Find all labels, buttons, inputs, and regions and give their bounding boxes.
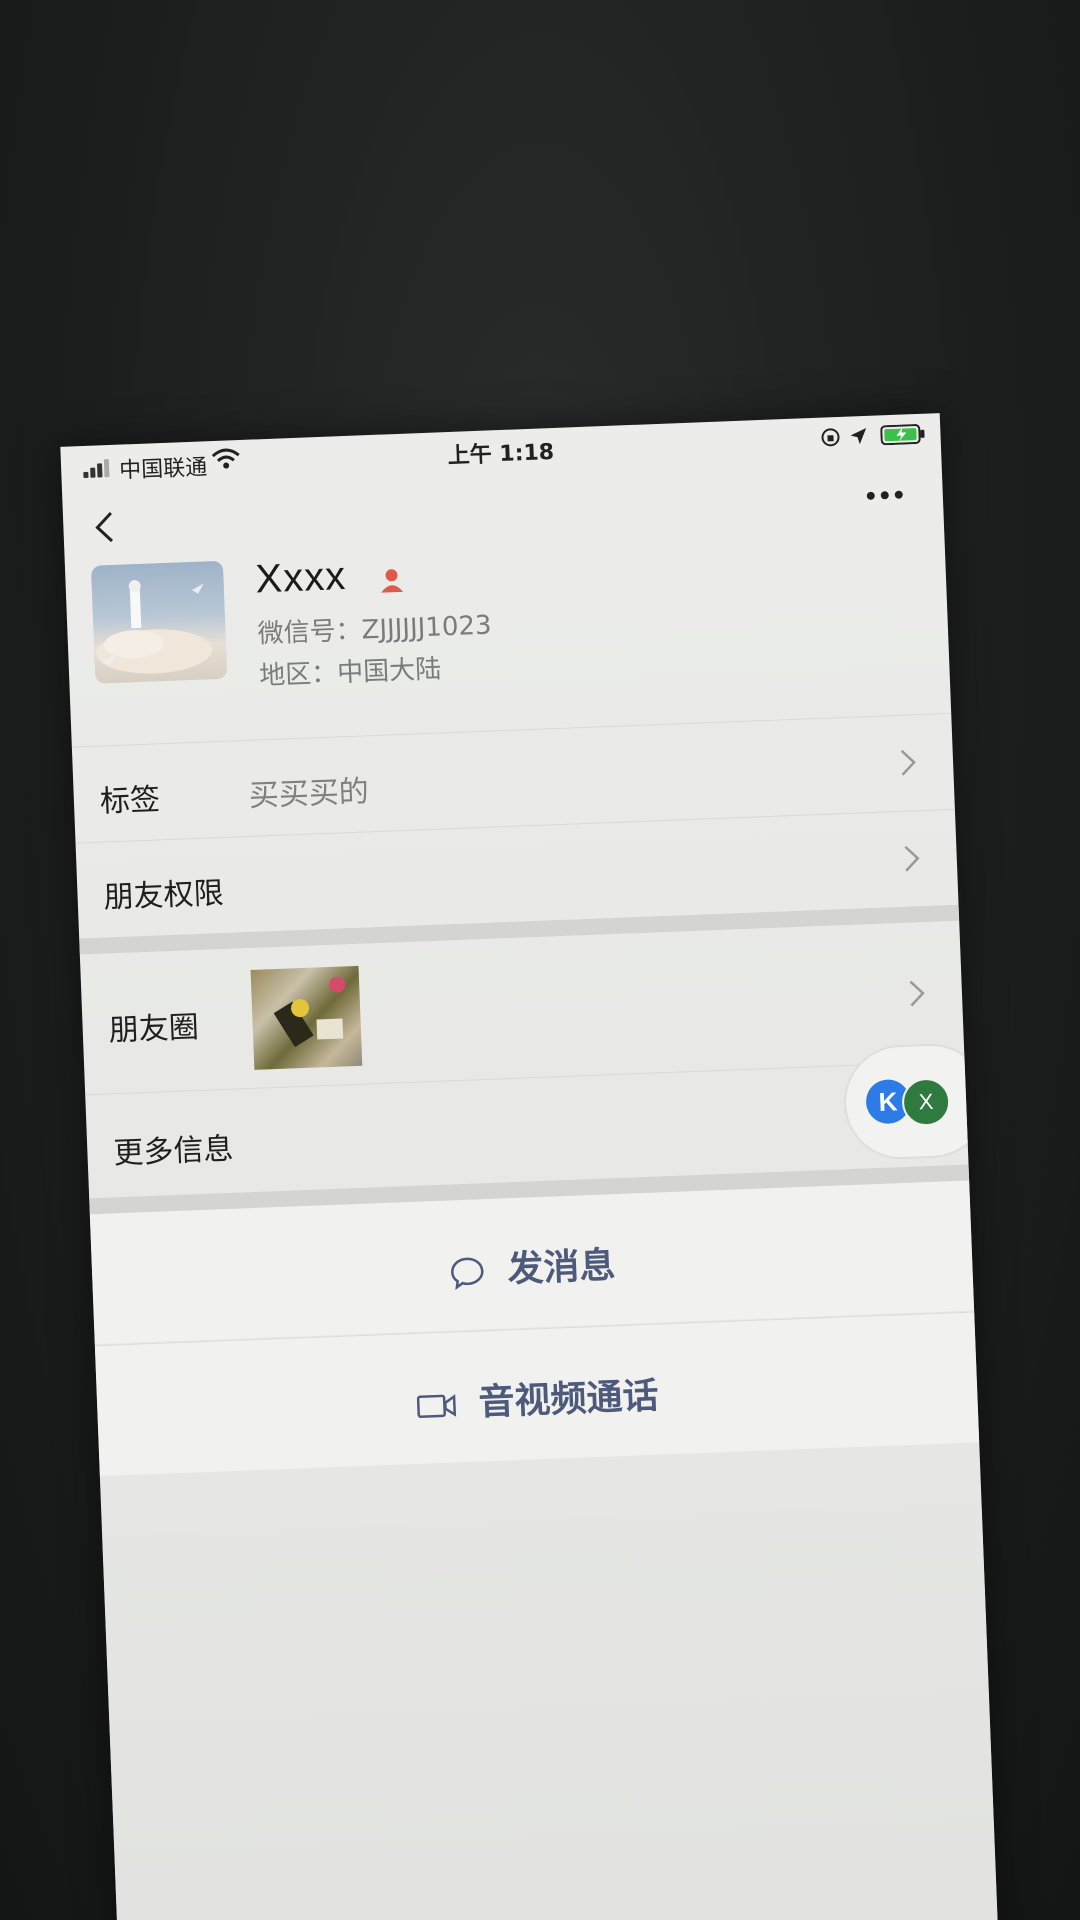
empty-bottom-area [102, 1502, 1000, 1920]
floating-window-bubble[interactable]: K X [844, 1043, 989, 1160]
chat-bubble-icon [450, 1257, 484, 1291]
permissions-label: 朋友权限 [103, 875, 225, 916]
battery-icon [880, 424, 925, 446]
wechat-id: 微信号：ZJJJJJJ1023 [257, 610, 493, 650]
video-call-content: 音视频通话 [96, 1354, 977, 1440]
send-message-content: 发消息 [91, 1223, 972, 1309]
video-camera-icon [416, 1394, 456, 1419]
chevron-right-icon[interactable] [907, 978, 926, 1009]
location-icon [850, 427, 867, 445]
moments-thumbnail [250, 965, 363, 1070]
photo-scene: 中国联通 上午 1:18 Xxxx 微信号：ZJJJJJJ1023 地区：中国大… [0, 0, 1080, 1920]
contact-name: Xxxx [254, 554, 348, 602]
send-message-label: 发消息 [506, 1245, 617, 1291]
more-icon[interactable] [862, 484, 907, 506]
video-call-label: 音视频通话 [477, 1375, 660, 1424]
avatar-image [96, 580, 213, 674]
moments-label: 朋友圈 [108, 1010, 200, 1049]
back-icon[interactable] [89, 507, 121, 548]
more-info-label: 更多信息 [112, 1131, 235, 1172]
chevron-right-icon[interactable] [898, 747, 917, 778]
tags-label: 标签 [99, 782, 161, 820]
avatar[interactable] [90, 560, 228, 684]
rotation-lock-icon [821, 428, 840, 447]
chevron-right-icon[interactable] [902, 843, 921, 874]
region: 地区：中国大陆 [258, 654, 442, 692]
phone-screen: 中国联通 上午 1:18 Xxxx 微信号：ZJJJJJJ1023 地区：中国大… [60, 413, 1000, 1920]
person-icon [381, 569, 404, 593]
tags-value: 买买买的 [248, 774, 370, 814]
floating-app-x-icon[interactable]: X [901, 1077, 952, 1128]
